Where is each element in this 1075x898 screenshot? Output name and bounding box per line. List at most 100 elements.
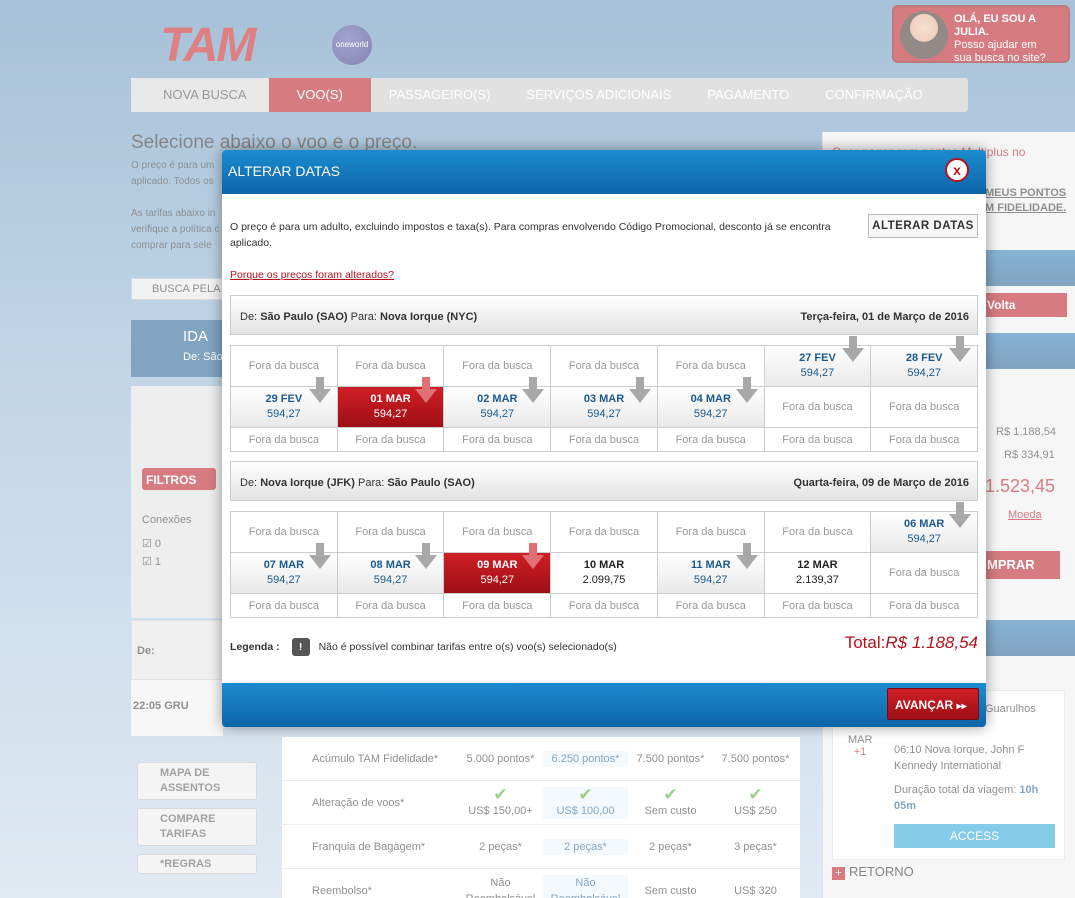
down-arrow-icon: [308, 377, 331, 403]
date-row: Fora da busca Fora da busca Fora da busca F…: [231, 502, 979, 553]
date-cell[interactable]: 27 FEV 594,27: [764, 336, 872, 387]
date-row: Fora da busca Fora da busca Fora da busca F…: [231, 336, 979, 387]
date-cell[interactable]: 12 MAR 2.139,37: [764, 553, 872, 594]
date-cell-out-of-search: Fora da busca: [551, 512, 658, 553]
down-arrow-icon: [308, 543, 331, 569]
date-price: 594,27: [693, 408, 728, 420]
down-arrow-icon: [735, 377, 758, 403]
date-row: Fora da busca Fora da busca Fora da busca F…: [231, 594, 979, 618]
date-cell-out-of-search: Fora da busca: [337, 594, 445, 618]
date-cell-out-of-search: Fora da busca: [871, 428, 979, 452]
inbound-date-grid: Fora da busca Fora da busca Fora da busca F…: [230, 502, 979, 618]
date-price: 2.099,75: [582, 574, 626, 586]
avancar-label: AVANÇAR: [895, 698, 954, 712]
warning-icon: !: [291, 638, 310, 656]
why-prices-changed-link[interactable]: Porque os preços foram alterados?: [230, 269, 394, 281]
to-label: Para:: [350, 311, 377, 323]
date-price: 594,27: [800, 367, 835, 379]
alterar-datas-button[interactable]: ALTERAR DATAS: [868, 214, 978, 238]
date-price: 2.139,37: [796, 574, 839, 586]
down-arrow-icon: [949, 336, 972, 362]
outbound-date: Terça-feira, 01 de Março de 2016: [800, 311, 969, 323]
modal-total: Total:R$ 1.188,54: [845, 633, 978, 653]
date-cell[interactable]: 03 MAR 594,27: [551, 377, 658, 428]
date-price: 594,27: [907, 367, 941, 379]
date-cell-out-of-search: Fora da busca: [764, 387, 872, 428]
legend: Legenda : ! Não é possível combinar tari…: [230, 638, 617, 656]
date-cell-out-of-search: Fora da busca: [444, 428, 552, 452]
outbound-date-grid: Fora da busca Fora da busca Fora da busca F…: [230, 336, 979, 452]
date-cell[interactable]: 29 FEV 594,27: [231, 377, 338, 428]
from-city: São Paulo (SAO): [260, 311, 348, 323]
date-price: 594,27: [480, 408, 515, 420]
down-arrow-icon: [415, 543, 438, 569]
total-label: Total:: [844, 633, 886, 652]
date-cell[interactable]: 08 MAR 594,27: [337, 543, 445, 594]
modal-footer: [222, 683, 986, 727]
date-price: 594,27: [587, 408, 621, 420]
arrow-icon: ▸▸: [956, 701, 967, 712]
date-price: 594,27: [907, 533, 941, 545]
from-city: Nova Iorque (JFK): [260, 477, 355, 489]
date-row: 07 MAR 594,27 08 MAR 594,27 09 MAR 594,27 10 M…: [231, 543, 979, 594]
inbound-route: De: Nova Iorque (JFK) Para: São Paulo (S…: [240, 477, 475, 500]
down-arrow-icon: [522, 543, 545, 569]
legend-text: Não é possível combinar tarifas entre o(…: [318, 641, 617, 653]
date-row: 29 FEV 594,27 01 MAR 594,27 02 MAR 594,27 03 M…: [231, 377, 979, 428]
date-cell-out-of-search: Fora da busca: [871, 387, 979, 428]
inbound-route-header: De: Nova Iorque (JFK) Para: São Paulo (S…: [230, 461, 978, 501]
outbound-route-header: De: São Paulo (SAO) Para: Nova Iorque (N…: [230, 295, 978, 335]
date-cell-out-of-search: Fora da busca: [444, 594, 552, 618]
down-arrow-icon: [628, 377, 651, 403]
date-cell[interactable]: 07 MAR 594,27: [231, 543, 338, 594]
date-cell-out-of-search: Fora da busca: [231, 428, 338, 452]
down-arrow-icon: [735, 543, 758, 569]
legend-label: Legenda :: [230, 641, 280, 653]
date-cell[interactable]: 28 FEV 594,27: [871, 336, 979, 387]
date-cell-out-of-search: Fora da busca: [551, 428, 658, 452]
close-icon[interactable]: x: [945, 158, 969, 182]
date-price: 594,27: [267, 574, 301, 586]
date-cell-out-of-search: Fora da busca: [657, 428, 765, 452]
to-city: Nova Iorque (NYC): [380, 311, 478, 323]
date-cell[interactable]: 02 MAR 594,27: [444, 377, 552, 428]
from-label: De:: [240, 311, 258, 323]
date-cell[interactable]: 10 MAR 2.099,75: [551, 553, 658, 594]
date-price: 594,27: [267, 408, 301, 420]
date-cell-out-of-search: Fora da busca: [764, 512, 872, 553]
date-cell-out-of-search: Fora da busca: [231, 594, 338, 618]
inbound-date: Quarta-feira, 09 de Março de 2016: [793, 477, 969, 489]
date-cell[interactable]: 04 MAR 594,27: [657, 377, 765, 428]
date-cell-out-of-search: Fora da busca: [657, 594, 765, 618]
date-cell-out-of-search: Fora da busca: [871, 553, 979, 594]
avancar-button[interactable]: AVANÇAR ▸▸: [887, 688, 979, 720]
outbound-route: De: São Paulo (SAO) Para: Nova Iorque (N…: [240, 311, 477, 334]
date-cell-selected[interactable]: 09 MAR 594,27: [444, 543, 552, 594]
date-row: Fora da busca Fora da busca Fora da busca F…: [231, 428, 979, 452]
date-cell-out-of-search: Fora da busca: [764, 594, 872, 618]
date-label: 10 MAR: [583, 559, 625, 571]
to-city: São Paulo (SAO): [387, 477, 475, 489]
modal-description: O preço é para um adulto, excluindo impo…: [230, 221, 831, 249]
total-value: R$ 1.188,54: [885, 633, 978, 652]
down-arrow-icon: [522, 377, 545, 403]
from-label: De:: [240, 477, 258, 489]
date-cell-selected[interactable]: 01 MAR 594,27: [337, 377, 445, 428]
date-price: 594,27: [373, 574, 408, 586]
date-price: 594,27: [373, 408, 408, 420]
date-cell-out-of-search: Fora da busca: [551, 594, 658, 618]
date-price: 594,27: [693, 574, 728, 586]
date-label: 12 MAR: [797, 559, 838, 571]
date-price: 594,27: [480, 574, 515, 586]
date-cell-out-of-search: Fora da busca: [764, 428, 872, 452]
alterar-datas-modal: ALTERAR DATAS x O preço é para um adulto…: [222, 150, 986, 727]
date-cell[interactable]: 06 MAR 594,27: [871, 502, 979, 553]
down-arrow-icon: [949, 502, 972, 528]
down-arrow-icon: [415, 377, 438, 403]
date-cell[interactable]: 11 MAR 594,27: [657, 543, 765, 594]
down-arrow-icon: [842, 336, 865, 362]
date-cell-out-of-search: Fora da busca: [871, 594, 979, 618]
date-cell-out-of-search: Fora da busca: [337, 428, 445, 452]
to-label: Para:: [357, 477, 385, 489]
modal-title: ALTERAR DATAS: [222, 150, 986, 194]
